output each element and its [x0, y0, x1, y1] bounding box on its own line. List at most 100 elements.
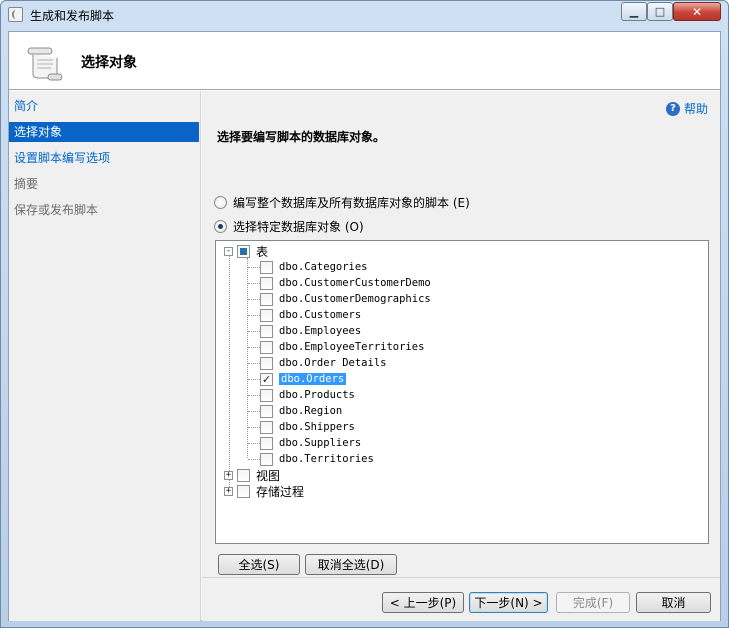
tree-guide: [248, 443, 260, 444]
nav-item-choose-objects[interactable]: 选择对象: [9, 122, 199, 142]
dialog-window: 生成和发布脚本 ▁ □ ✕ 选择对象 简介 选择对象 设置脚本编写选项 摘要 保…: [0, 0, 729, 628]
tree-node-tables[interactable]: - 表: [224, 243, 268, 259]
footer-divider: [202, 577, 720, 578]
radio-indicator[interactable]: [214, 220, 227, 233]
table-checkbox[interactable]: [260, 276, 273, 290]
radio-label: 编写整个数据库及所有数据库对象的脚本 (E): [233, 196, 470, 210]
tree-node-label: 存储过程: [256, 484, 305, 499]
instruction-text: 选择要编写脚本的数据库对象。: [217, 130, 386, 144]
tree-node-label: 表: [256, 244, 269, 259]
radio-script-entire-db[interactable]: 编写整个数据库及所有数据库对象的脚本 (E): [214, 194, 470, 211]
table-row[interactable]: dbo.Region: [260, 403, 342, 419]
table-checkbox[interactable]: [260, 356, 273, 370]
table-name: dbo.Shippers: [279, 421, 355, 433]
main-panel: ? 帮助 选择要编写脚本的数据库对象。 编写整个数据库及所有数据库对象的脚本 (…: [202, 91, 720, 621]
deselect-all-button[interactable]: 取消全选(D): [305, 554, 397, 575]
minimize-button[interactable]: ▁: [621, 2, 647, 21]
wizard-nav: 简介 选择对象 设置脚本编写选项 摘要 保存或发布脚本: [9, 91, 201, 621]
table-name: dbo.Employees: [279, 325, 362, 337]
tree-guide: [247, 258, 248, 458]
maximize-button[interactable]: □: [647, 2, 673, 21]
tree-guide: [248, 379, 260, 380]
previous-button[interactable]: < 上一步(P): [382, 592, 464, 613]
table-checkbox[interactable]: [260, 436, 273, 450]
cancel-button[interactable]: 取消: [636, 592, 711, 613]
table-name: dbo.Order Details: [279, 357, 387, 369]
expand-toggle-icon[interactable]: +: [224, 486, 233, 496]
tree-guide: [248, 315, 260, 316]
window-title: 生成和发布脚本: [30, 9, 115, 23]
nav-item-summary: 摘要: [14, 177, 39, 191]
table-checkbox[interactable]: [260, 388, 273, 402]
table-checkbox[interactable]: [260, 292, 273, 306]
object-tree[interactable]: - 表 dbo.Categories dbo.CustomerCustomerDe…: [215, 240, 709, 544]
tree-guide: [248, 427, 260, 428]
table-row[interactable]: dbo.Customers: [260, 307, 361, 323]
scroll-icon: [27, 47, 63, 81]
table-row[interactable]: dbo.Shippers: [260, 419, 355, 435]
table-checkbox[interactable]: [260, 340, 273, 354]
next-button[interactable]: 下一步(N) >: [469, 592, 548, 613]
table-checkbox[interactable]: [260, 324, 273, 338]
tree-guide: [248, 299, 260, 300]
table-name: dbo.EmployeeTerritories: [279, 341, 425, 353]
procs-checkbox[interactable]: [237, 484, 250, 498]
tree-guide: [248, 459, 260, 460]
table-row[interactable]: ✓ dbo.Orders: [260, 371, 347, 387]
tree-node-stored-procs[interactable]: + 存储过程: [224, 483, 304, 499]
tree-guide: [248, 283, 260, 284]
table-name: dbo.Orders: [279, 373, 347, 385]
tree-guide: [248, 267, 260, 268]
tree-node-views[interactable]: + 视图: [224, 467, 280, 483]
tables-checkbox[interactable]: [237, 244, 250, 258]
collapse-toggle-icon[interactable]: -: [224, 246, 233, 256]
table-row[interactable]: dbo.EmployeeTerritories: [260, 339, 424, 355]
table-row[interactable]: dbo.Suppliers: [260, 435, 361, 451]
title-bar[interactable]: 生成和发布脚本 ▁ □ ✕: [1, 1, 728, 27]
table-name: dbo.Customers: [279, 309, 362, 321]
table-row[interactable]: dbo.Categories: [260, 259, 368, 275]
tree-guide: [229, 253, 230, 493]
radio-indicator[interactable]: [214, 196, 227, 209]
table-checkbox[interactable]: [260, 420, 273, 434]
table-checkbox[interactable]: [260, 260, 273, 274]
tree-guide: [248, 411, 260, 412]
table-checkbox[interactable]: ✓: [260, 372, 273, 386]
views-checkbox[interactable]: [237, 468, 250, 482]
nav-item-save-publish: 保存或发布脚本: [14, 203, 99, 217]
tree-guide: [248, 395, 260, 396]
table-checkbox[interactable]: [260, 404, 273, 418]
table-checkbox[interactable]: [260, 452, 273, 466]
help-link[interactable]: ? 帮助: [665, 100, 708, 117]
expand-toggle-icon[interactable]: +: [224, 470, 233, 480]
header-banner: 选择对象: [9, 32, 720, 90]
radio-label: 选择特定数据库对象 (O): [233, 220, 364, 234]
dialog-client: 选择对象 简介 选择对象 设置脚本编写选项 摘要 保存或发布脚本 ? 帮助 选择…: [8, 31, 721, 621]
table-row[interactable]: dbo.CustomerDemographics: [260, 291, 431, 307]
table-name: dbo.Products: [279, 389, 355, 401]
table-name: dbo.CustomerDemographics: [279, 293, 431, 305]
app-icon: [8, 7, 23, 22]
table-row[interactable]: dbo.Order Details: [260, 355, 386, 371]
help-label: 帮助: [683, 102, 708, 116]
tree-guide: [248, 331, 260, 332]
tree-guide: [248, 363, 260, 364]
table-checkbox[interactable]: [260, 308, 273, 322]
select-all-button[interactable]: 全选(S): [218, 554, 300, 575]
table-name: dbo.CustomerCustomerDemo: [279, 277, 431, 289]
radio-select-specific[interactable]: 选择特定数据库对象 (O): [214, 218, 364, 235]
tree-guide: [248, 347, 260, 348]
nav-item-scripting-options[interactable]: 设置脚本编写选项: [9, 148, 199, 168]
table-row[interactable]: dbo.Products: [260, 387, 355, 403]
table-name: dbo.Region: [279, 405, 343, 417]
table-row[interactable]: dbo.Territories: [260, 451, 374, 467]
table-row[interactable]: dbo.CustomerCustomerDemo: [260, 275, 431, 291]
close-button[interactable]: ✕: [673, 2, 721, 21]
table-name: dbo.Categories: [279, 261, 368, 273]
nav-item-intro[interactable]: 简介: [9, 96, 199, 116]
table-name: dbo.Suppliers: [279, 437, 362, 449]
table-row[interactable]: dbo.Employees: [260, 323, 361, 339]
finish-button: 完成(F): [556, 592, 630, 613]
help-icon: ?: [665, 101, 680, 116]
page-title: 选择对象: [81, 55, 137, 71]
